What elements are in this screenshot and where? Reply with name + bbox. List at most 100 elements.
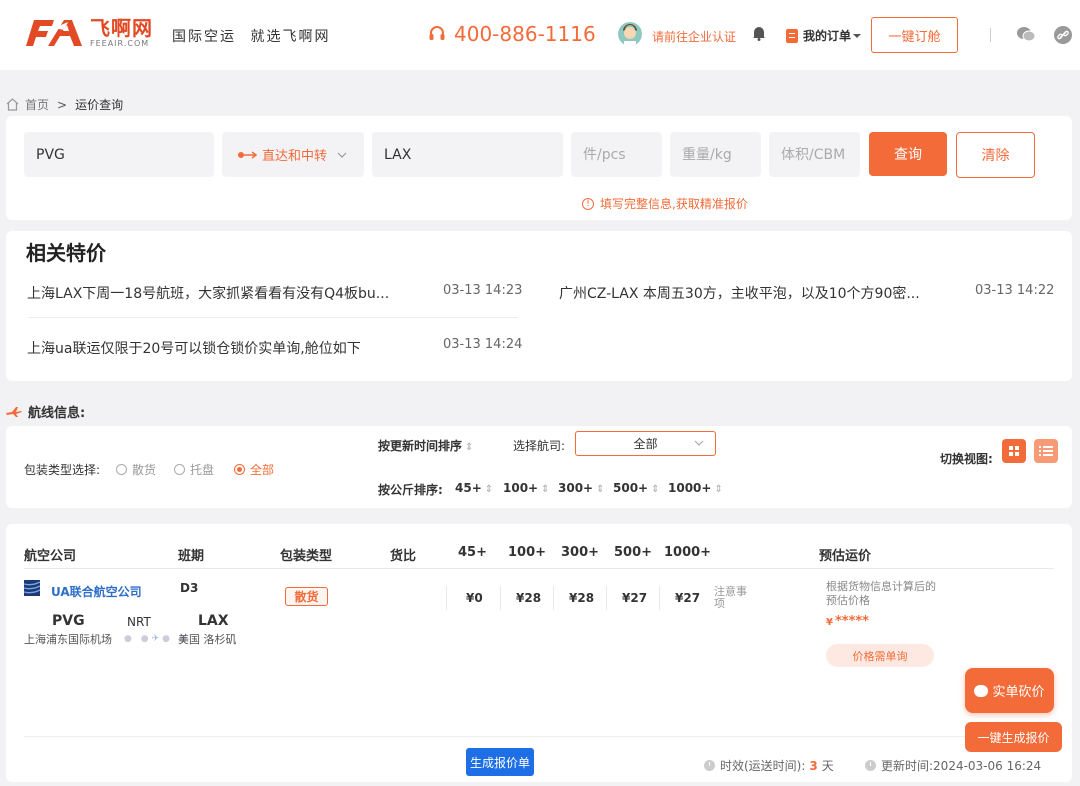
radio-icon [116,464,127,475]
pack-option-pallet[interactable]: 托盘 [174,461,214,478]
list-view-button[interactable] [1034,439,1058,463]
breadcrumb: 首页 > 运价查询 [6,96,123,113]
link-icon[interactable] [1054,26,1072,48]
header-divider [990,28,991,42]
route-info-title: 航线信息: [6,402,85,421]
bargain-float-button[interactable]: 实单砍价 [965,668,1054,713]
sort-arrows-icon: ⇕ [541,484,550,495]
query-button[interactable]: 查询 [869,132,947,176]
price-1000: ¥27 [675,591,701,605]
breadcrumb-home[interactable]: 首页 [25,96,49,113]
weight-break-label: 100+ [503,481,539,495]
top-header: 飞啊网 FEEAIR.COM 国际空运 就选飞啊网 400-886-1116 请… [0,0,1080,70]
destination-field[interactable] [372,132,563,177]
pieces-input[interactable] [583,146,662,163]
hotline[interactable]: 400-886-1116 [428,22,596,46]
generate-quote-button[interactable]: 生成报价单 [466,748,534,776]
airline-name-link[interactable]: UA联合航空公司 [51,583,142,600]
sort-by-update-label: 按更新时间排序 [378,439,463,453]
weight-break-1000[interactable]: 1000+ ⇕ [668,481,723,495]
special-time: 03-13 14:22 [975,283,1055,298]
filter-panel: 包装类型选择: 散货 托盘 全部 按更新时间排序 ⇕ 选择航司: 全部 按公斤排序… [6,426,1072,508]
weight-input[interactable] [682,146,761,163]
weight-field[interactable] [670,132,761,177]
destination-input[interactable] [384,146,563,163]
wechat-icon[interactable] [1016,26,1036,46]
destination-airport-name: 美国 洛杉矶 [178,633,237,646]
weight-break-500[interactable]: 500+ ⇕ [613,481,660,495]
enterprise-cert-link[interactable]: 请前往企业认证 [652,28,736,45]
header-100: 100+ [508,545,547,560]
airplane-icon [6,406,22,417]
pack-option-all[interactable]: 全部 [234,461,274,478]
estimate-price: ¥ ***** [826,614,869,629]
pieces-field[interactable] [571,132,662,177]
updated-time: 更新时间: 2024-03-06 16:24 [865,757,1041,774]
avatar[interactable] [618,22,642,46]
special-divider [28,317,518,318]
transit-time: 时效(运送时间): 3 天 [704,757,834,774]
slogan: 国际空运 就选飞啊网 [172,29,331,45]
chat-bubble-icon [974,684,989,697]
breadcrumb-current: 运价查询 [75,98,124,112]
search-panel: 直达和中转 查询 清除 ! 填写完整信息,获取精准报价 [6,116,1072,220]
airline-select[interactable]: 全部 [575,431,716,456]
one-click-booking-button[interactable]: 一键订舱 [871,17,958,53]
sort-by-update-time[interactable]: 按更新时间排序 ⇕ [378,437,473,454]
route-type-select[interactable]: 直达和中转 [222,132,364,177]
site-logo[interactable]: 飞啊网 FEEAIR.COM [24,18,153,48]
pack-type-label: 包装类型选择: [24,463,101,477]
clock-icon [704,760,715,771]
radio-checked-icon [234,464,245,475]
route-type-label: 直达和中转 [262,149,328,164]
sort-arrows-icon: ⇕ [484,484,494,495]
info-icon: ! [582,197,594,210]
search-tip: ! 填写完整信息,获取精准报价 [582,195,748,212]
origin-input[interactable] [36,146,214,163]
notes-link[interactable]: 注意事项 [714,586,754,610]
header-300: 300+ [561,545,600,560]
clear-button[interactable]: 清除 [956,132,1035,178]
logo-name: 飞啊网 [90,16,153,40]
transit-time-unit: 天 [821,759,834,773]
home-icon[interactable] [6,98,19,111]
pack-option-label: 全部 [250,463,275,477]
volume-field[interactable] [769,132,860,177]
price-separator [659,586,660,610]
price-500: ¥27 [622,591,648,605]
route-info-label: 航线信息: [28,406,86,421]
sort-arrows-icon: ⇕ [651,484,660,495]
weight-break-100[interactable]: 100+ ⇕ [503,481,550,495]
special-item[interactable]: 上海LAX下周一18号航班，大家抓紧看看有没有Q4板bu... [27,283,389,303]
price-separator [446,586,447,610]
breadcrumb-separator: > [57,97,68,112]
header-divider [24,568,1054,569]
pack-option-bulk[interactable]: 散货 [116,461,156,478]
special-item[interactable]: 上海ua联运仅限于20号可以锁仓锁价实单询,舱位如下 [27,338,361,358]
clock-icon [865,760,876,771]
logo-mark-icon [24,18,86,48]
origin-field[interactable] [24,132,214,177]
chevron-down-icon [337,152,347,158]
weight-break-label: 1000+ [668,481,712,495]
price-300: ¥28 [569,591,595,605]
route-arrow-icon [238,150,258,159]
special-item[interactable]: 广州CZ-LAX 本周五30方，主收平泡，以及10个方90密... [559,283,920,303]
origin-airport-name: 上海浦东国际机场 [24,633,112,646]
price-separator [606,586,607,610]
weight-break-300[interactable]: 300+ ⇕ [558,481,605,495]
grid-view-button[interactable] [1002,439,1026,463]
headset-icon [429,26,445,40]
bell-icon[interactable] [752,25,766,45]
weight-break-45[interactable]: 45+ ⇕ [455,481,493,495]
header-schedule: 班期 [178,549,205,564]
switch-view-label: 切换视图: [940,452,993,466]
quick-quote-float-button[interactable]: 一键生成报价 [965,722,1062,752]
logo-domain: FEEAIR.COM [90,39,150,48]
sort-arrows-icon: ⇕ [714,484,723,495]
price-on-request-button[interactable]: 价格需单询 [826,644,934,667]
search-tip-text: 填写完整信息,获取精准报价 [600,197,748,211]
special-time: 03-13 14:23 [443,283,523,298]
volume-input[interactable] [781,146,860,163]
my-orders-menu[interactable]: 我的订单 [786,27,862,44]
